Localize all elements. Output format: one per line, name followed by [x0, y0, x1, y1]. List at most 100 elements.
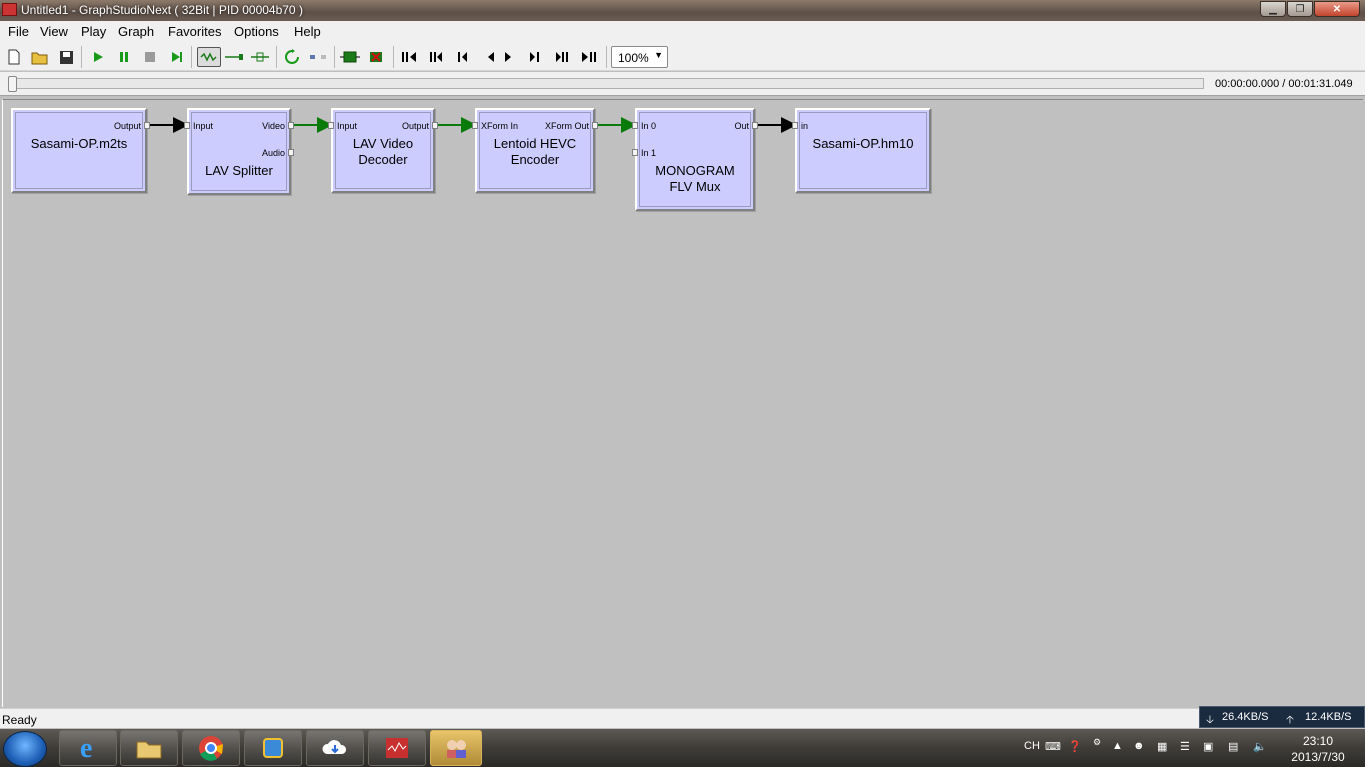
menu-favorites[interactable]: Favorites — [168, 24, 221, 39]
close-button[interactable]: ✕ — [1314, 1, 1360, 17]
network-icon[interactable]: ▤ — [1228, 740, 1238, 753]
chevron-down-icon: ▼ — [654, 50, 663, 60]
language-indicator[interactable]: CH — [1024, 740, 1040, 752]
virtual-box-icon[interactable] — [244, 730, 302, 766]
menu-play[interactable]: Play — [81, 24, 106, 39]
window-title: Untitled1 - GraphStudioNext ( 32Bit | PI… — [21, 3, 303, 17]
remove-filter-icon[interactable] — [366, 47, 386, 67]
seek-back-large-icon[interactable] — [426, 47, 446, 67]
maximize-button[interactable]: ❐ — [1287, 1, 1313, 17]
filter-name: Sasami-OP.m2ts — [30, 136, 128, 151]
clock-date: 2013/7/30 — [1291, 750, 1345, 764]
download-arrow-icon: 🡣 — [1206, 714, 1214, 726]
time-display: 00:00:00.000 / 00:01:31.049 — [1215, 78, 1353, 90]
step-forward-icon[interactable] — [167, 47, 187, 67]
seek-slider[interactable] — [12, 78, 1204, 89]
pin-in-connector[interactable] — [792, 122, 798, 129]
monitor-icon[interactable]: ▦ — [1157, 740, 1167, 753]
connect-pins-icon[interactable] — [224, 47, 244, 67]
menu-file[interactable]: File — [8, 24, 29, 39]
title-bar: Untitled1 - GraphStudioNext ( 32Bit | PI… — [0, 0, 1365, 21]
filter-source-file[interactable]: Output Sasami-OP.m2ts — [11, 108, 150, 193]
filter-name-line2: Decoder — [358, 152, 408, 167]
graph-monitor-icon[interactable] — [368, 730, 426, 766]
pin-output-connector[interactable] — [432, 122, 438, 129]
new-file-icon[interactable] — [4, 47, 24, 67]
seek-forward-icon[interactable] — [524, 47, 544, 67]
filter-name-line1: Lentoid HEVC — [493, 136, 577, 151]
cloud-sync-icon[interactable] — [306, 730, 364, 766]
chrome-icon[interactable] — [182, 730, 240, 766]
pin-audio: Audio — [261, 148, 285, 158]
app-icon[interactable] — [2, 3, 17, 16]
pause-icon[interactable] — [114, 47, 134, 67]
pin-in-0: In 0 — [641, 121, 657, 131]
menu-bar: File View Play Graph Favorites Options H… — [0, 21, 1365, 42]
ie-icon[interactable]: e — [59, 730, 117, 766]
toolbar-separator — [81, 46, 82, 68]
pin-in: in — [801, 121, 809, 131]
seek-slider-thumb[interactable] — [8, 76, 17, 92]
seek-back-icon[interactable] — [453, 47, 473, 67]
clock[interactable]: 23:10 2013/7/30 — [1283, 733, 1353, 765]
pin-video: Video — [262, 121, 285, 131]
filter-lav-splitter[interactable]: Input Video Audio LAV Splitter — [184, 108, 294, 195]
explorer-folder-icon[interactable] — [120, 730, 178, 766]
start-button[interactable] — [3, 731, 47, 767]
seek-forward-large-icon[interactable] — [552, 47, 572, 67]
waveform-icon[interactable] — [197, 47, 221, 67]
toolbar-separator — [334, 46, 335, 68]
list-icon[interactable]: ☰ — [1180, 740, 1190, 753]
play-icon[interactable] — [88, 47, 108, 67]
filter-name-line1: MONOGRAM — [655, 163, 735, 178]
render-pins-icon[interactable] — [250, 47, 270, 67]
menu-help[interactable]: Help — [294, 24, 321, 39]
save-icon[interactable] — [56, 47, 76, 67]
refresh-icon[interactable] — [282, 47, 302, 67]
options-icon[interactable]: ⚙ — [1093, 737, 1101, 748]
filter-name-line2: FLV Mux — [669, 179, 721, 194]
open-folder-icon[interactable] — [30, 47, 50, 67]
stop-icon[interactable] — [140, 47, 160, 67]
filter-name-line2: Encoder — [510, 152, 560, 167]
pin-input-connector[interactable] — [184, 122, 190, 129]
add-filter-icon[interactable] — [340, 47, 360, 67]
show-hidden-icons-icon[interactable]: ▲ — [1112, 740, 1123, 752]
pin-input-connector[interactable] — [328, 122, 334, 129]
pin-in1-connector[interactable] — [632, 149, 638, 156]
disconnect-icon[interactable] — [308, 47, 328, 67]
keyboard-icon[interactable]: ⌨ — [1045, 740, 1061, 753]
usb-icon[interactable]: ▣ — [1203, 740, 1213, 753]
taskbar: e CH ⌨ ❓ ⚙ ▲ ☻ ▦ ☰ ▣ ▤ 🔈 23:10 2013/7/30 — [0, 729, 1365, 767]
graph-canvas[interactable]: Output Sasami-OP.m2ts Input Video Audio … — [2, 99, 1363, 707]
status-bar: Ready — [0, 708, 1365, 728]
filter-lentoid-hevc-encoder[interactable]: XForm In XForm Out Lentoid HEVC Encoder — [472, 108, 598, 193]
filter-output-file[interactable]: in Sasami-OP.hm10 — [792, 108, 931, 193]
pin-video-connector[interactable] — [288, 122, 294, 129]
pin-output-connector[interactable] — [144, 122, 150, 129]
pin-audio-connector[interactable] — [288, 149, 294, 156]
tray-app-icon[interactable]: ☻ — [1133, 740, 1145, 752]
pin-xform-in-connector[interactable] — [472, 122, 478, 129]
filter-name-line1: LAV Video — [352, 136, 414, 151]
pin-xform-out-connector[interactable] — [592, 122, 598, 129]
pin-in-1: In 1 — [641, 148, 657, 158]
zoom-select[interactable]: 100% ▼ — [611, 46, 668, 68]
volume-icon[interactable]: 🔈 — [1253, 740, 1267, 753]
filter-lav-video-decoder[interactable]: Input Output LAV Video Decoder — [328, 108, 438, 193]
menu-graph[interactable]: Graph — [118, 24, 154, 39]
frame-forward-icon[interactable] — [498, 47, 518, 67]
upload-speed: 12.4KB/S — [1305, 711, 1352, 723]
filter-monogram-flv-mux[interactable]: In 0 In 1 Out MONOGRAM FLV Mux — [632, 108, 758, 211]
filter-name: LAV Splitter — [205, 163, 273, 178]
seek-start-icon[interactable] — [399, 47, 419, 67]
seek-end-icon[interactable] — [580, 47, 600, 67]
pin-out-connector[interactable] — [752, 122, 758, 129]
minimize-button[interactable]: ▁ — [1260, 1, 1286, 17]
help-icon[interactable]: ❓ — [1068, 740, 1082, 753]
graphstudio-app-icon[interactable] — [430, 730, 482, 766]
menu-view[interactable]: View — [40, 24, 68, 39]
pin-in0-connector[interactable] — [632, 122, 638, 129]
menu-options[interactable]: Options — [234, 24, 279, 39]
download-speed: 26.4KB/S — [1222, 711, 1269, 723]
